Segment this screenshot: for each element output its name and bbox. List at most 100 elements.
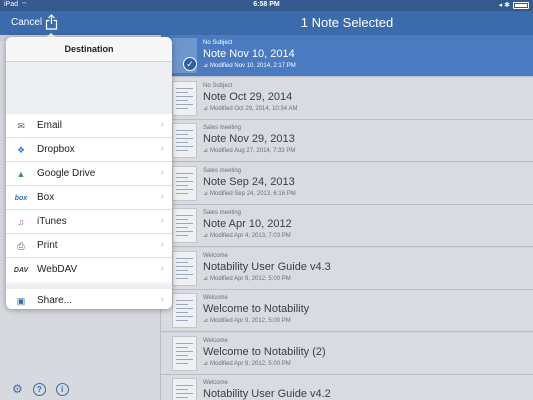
note-subject: Welcome [203,295,228,301]
note-modified-text: Modified Sep 24, 2013, 6:16 PM [210,191,296,197]
note-row[interactable]: ✓ No Subject Note Nov 10, 2014 ⊿ Modified No… [161,35,533,77]
note-row[interactable]: Welcome Notability User Guide v4.2 [161,375,533,400]
share-list: ▣ Share... › [6,289,172,309]
note-row[interactable]: Sales meeting Note Apr 10, 2012 ⊿ Modified … [161,205,533,247]
note-modified: ⊿ Modified Apr 9, 2012, 5:00 PM [203,275,291,282]
destination-item-email[interactable]: ✉ Email › [6,114,172,138]
chevron-right-icon: › [160,143,164,154]
destination-item-label: Print [37,240,58,251]
modified-icon: ⊿ [203,63,209,69]
modified-icon: ⊿ [203,361,209,367]
note-thumbnail [172,378,197,400]
note-subject: No Subject [203,83,233,89]
note-thumbnail [172,123,197,158]
note-modified: ⊿ Modified Sep 24, 2013, 6:16 PM [203,190,296,197]
note-title: Welcome to Notability [203,303,310,315]
page-title: 1 Note Selected [300,15,394,30]
note-thumbnail [172,166,197,201]
note-row[interactable]: Sales meeting Note Nov 29, 2013 ⊿ Modified … [161,120,533,162]
dropbox-icon: ❖ [16,144,26,155]
note-modified-text: Modified Aug 27, 2014, 7:33 PM [210,148,296,154]
email-icon: ✉ [17,120,25,131]
itunes-icon: ♫ [17,217,25,227]
modified-icon: ⊿ [203,276,209,282]
chevron-right-icon: › [160,294,164,305]
note-title: Note Sep 24, 2013 [203,176,295,188]
popover-spacer [6,62,172,114]
note-modified: ⊿ Modified Oct 29, 2014, 10:34 AM [203,105,297,112]
printer-icon: ⎙ [17,240,25,251]
destination-item-label: Box [37,192,55,203]
destination-item-print[interactable]: ⎙ Print › [6,234,172,258]
chevron-right-icon: › [160,239,164,250]
destination-item-box[interactable]: box Box › [6,186,172,210]
help-icon[interactable]: ? [32,382,46,396]
share-icon: ▣ [16,295,26,306]
share-icon[interactable] [45,14,58,30]
note-title: Welcome to Notability (2) [203,346,326,358]
chevron-right-icon: › [160,167,164,178]
destination-item-dropbox[interactable]: ❖ Dropbox › [6,138,172,162]
destination-item-label: Dropbox [37,144,75,155]
note-modified-text: Modified Nov 10, 2014, 2:17 PM [210,63,296,69]
status-right: ◂ ✱ [499,1,529,9]
battery-icon [513,1,529,9]
note-title: Note Nov 29, 2013 [203,133,295,145]
modified-icon: ⊿ [203,191,209,197]
cancel-button[interactable]: Cancel [11,17,42,28]
note-subject: Welcome [203,338,228,344]
note-title: Notability User Guide v4.3 [203,261,331,273]
note-subject: Welcome [203,253,228,259]
sidebar-footer: ⚙ ? i [0,378,161,400]
note-row[interactable]: Welcome Notability User Guide v4.3 ⊿ Modifi… [161,248,533,290]
note-modified: ⊿ Modified Apr 9, 2012, 5:00 PM [203,317,291,324]
note-modified: ⊿ Modified Apr 4, 2013, 7:03 PM [203,232,291,239]
chevron-right-icon: › [160,215,164,226]
note-thumbnail [172,336,197,371]
checkmark-icon: ✓ [183,57,197,71]
note-modified-text: Modified Apr 9, 2012, 5:00 PM [210,318,291,324]
status-bar: iPad ⌔ 6:58 PM ◂ ✱ [0,0,533,11]
settings-icon[interactable]: ⚙ [12,382,23,396]
destination-item-label: Email [37,120,63,131]
note-row[interactable]: Sales meeting Note Sep 24, 2013 ⊿ Modified … [161,163,533,205]
chevron-right-icon: › [160,263,164,274]
modified-icon: ⊿ [203,148,209,154]
note-thumbnail [172,251,197,286]
note-modified-text: Modified Apr 9, 2012, 5:00 PM [210,361,291,367]
status-time: 6:58 PM [253,1,280,8]
destination-item-label: WebDAV [37,264,78,275]
destination-item-label: Google Drive [37,168,96,179]
chevron-right-icon: › [160,191,164,202]
modified-icon: ⊿ [203,233,209,239]
destination-item-label: iTunes [37,216,67,227]
note-row[interactable]: Welcome Welcome to Notability ⊿ Modified Ap… [161,290,533,332]
note-row[interactable]: Welcome Welcome to Notability (2) ⊿ Modifie… [161,333,533,375]
note-title: Note Nov 10, 2014 [203,48,295,60]
popover-title: Destination [6,37,172,62]
note-title: Note Apr 10, 2012 [203,218,292,230]
destination-item-google-drive[interactable]: ▲ Google Drive › [6,162,172,186]
note-subject: Welcome [203,380,228,386]
note-subject: Sales meeting [203,125,242,131]
google-drive-icon: ▲ [16,169,26,179]
destination-item-itunes[interactable]: ♫ iTunes › [6,210,172,234]
nav-bar: Cancel 1 Note Selected [0,11,533,35]
note-row[interactable]: No Subject Note Oct 29, 2014 ⊿ Modified Oct… [161,78,533,120]
note-thumbnail [172,81,197,116]
destination-list: ✉ Email › ❖ Dropbox › ▲ Google Drive › box Box › ♫ iT… [6,114,172,282]
note-subject: Sales meeting [203,168,242,174]
modified-icon: ⊿ [203,318,209,324]
note-modified-text: Modified Oct 29, 2014, 10:34 AM [210,106,298,112]
note-modified-text: Modified Apr 4, 2013, 7:03 PM [210,233,291,239]
chevron-right-icon: › [160,119,164,130]
note-modified: ⊿ Modified Aug 27, 2014, 7:33 PM [203,147,295,154]
status-icons: ◂ ✱ [498,2,510,9]
share-item[interactable]: ▣ Share... › [6,289,172,309]
note-thumbnail [172,293,197,328]
info-icon[interactable]: i [55,382,69,396]
note-title: Notability User Guide v4.2 [203,388,331,400]
share-label: Share... [37,295,73,306]
webdav-icon: DAV [13,266,29,274]
destination-item-webdav[interactable]: DAV WebDAV › [6,258,172,282]
